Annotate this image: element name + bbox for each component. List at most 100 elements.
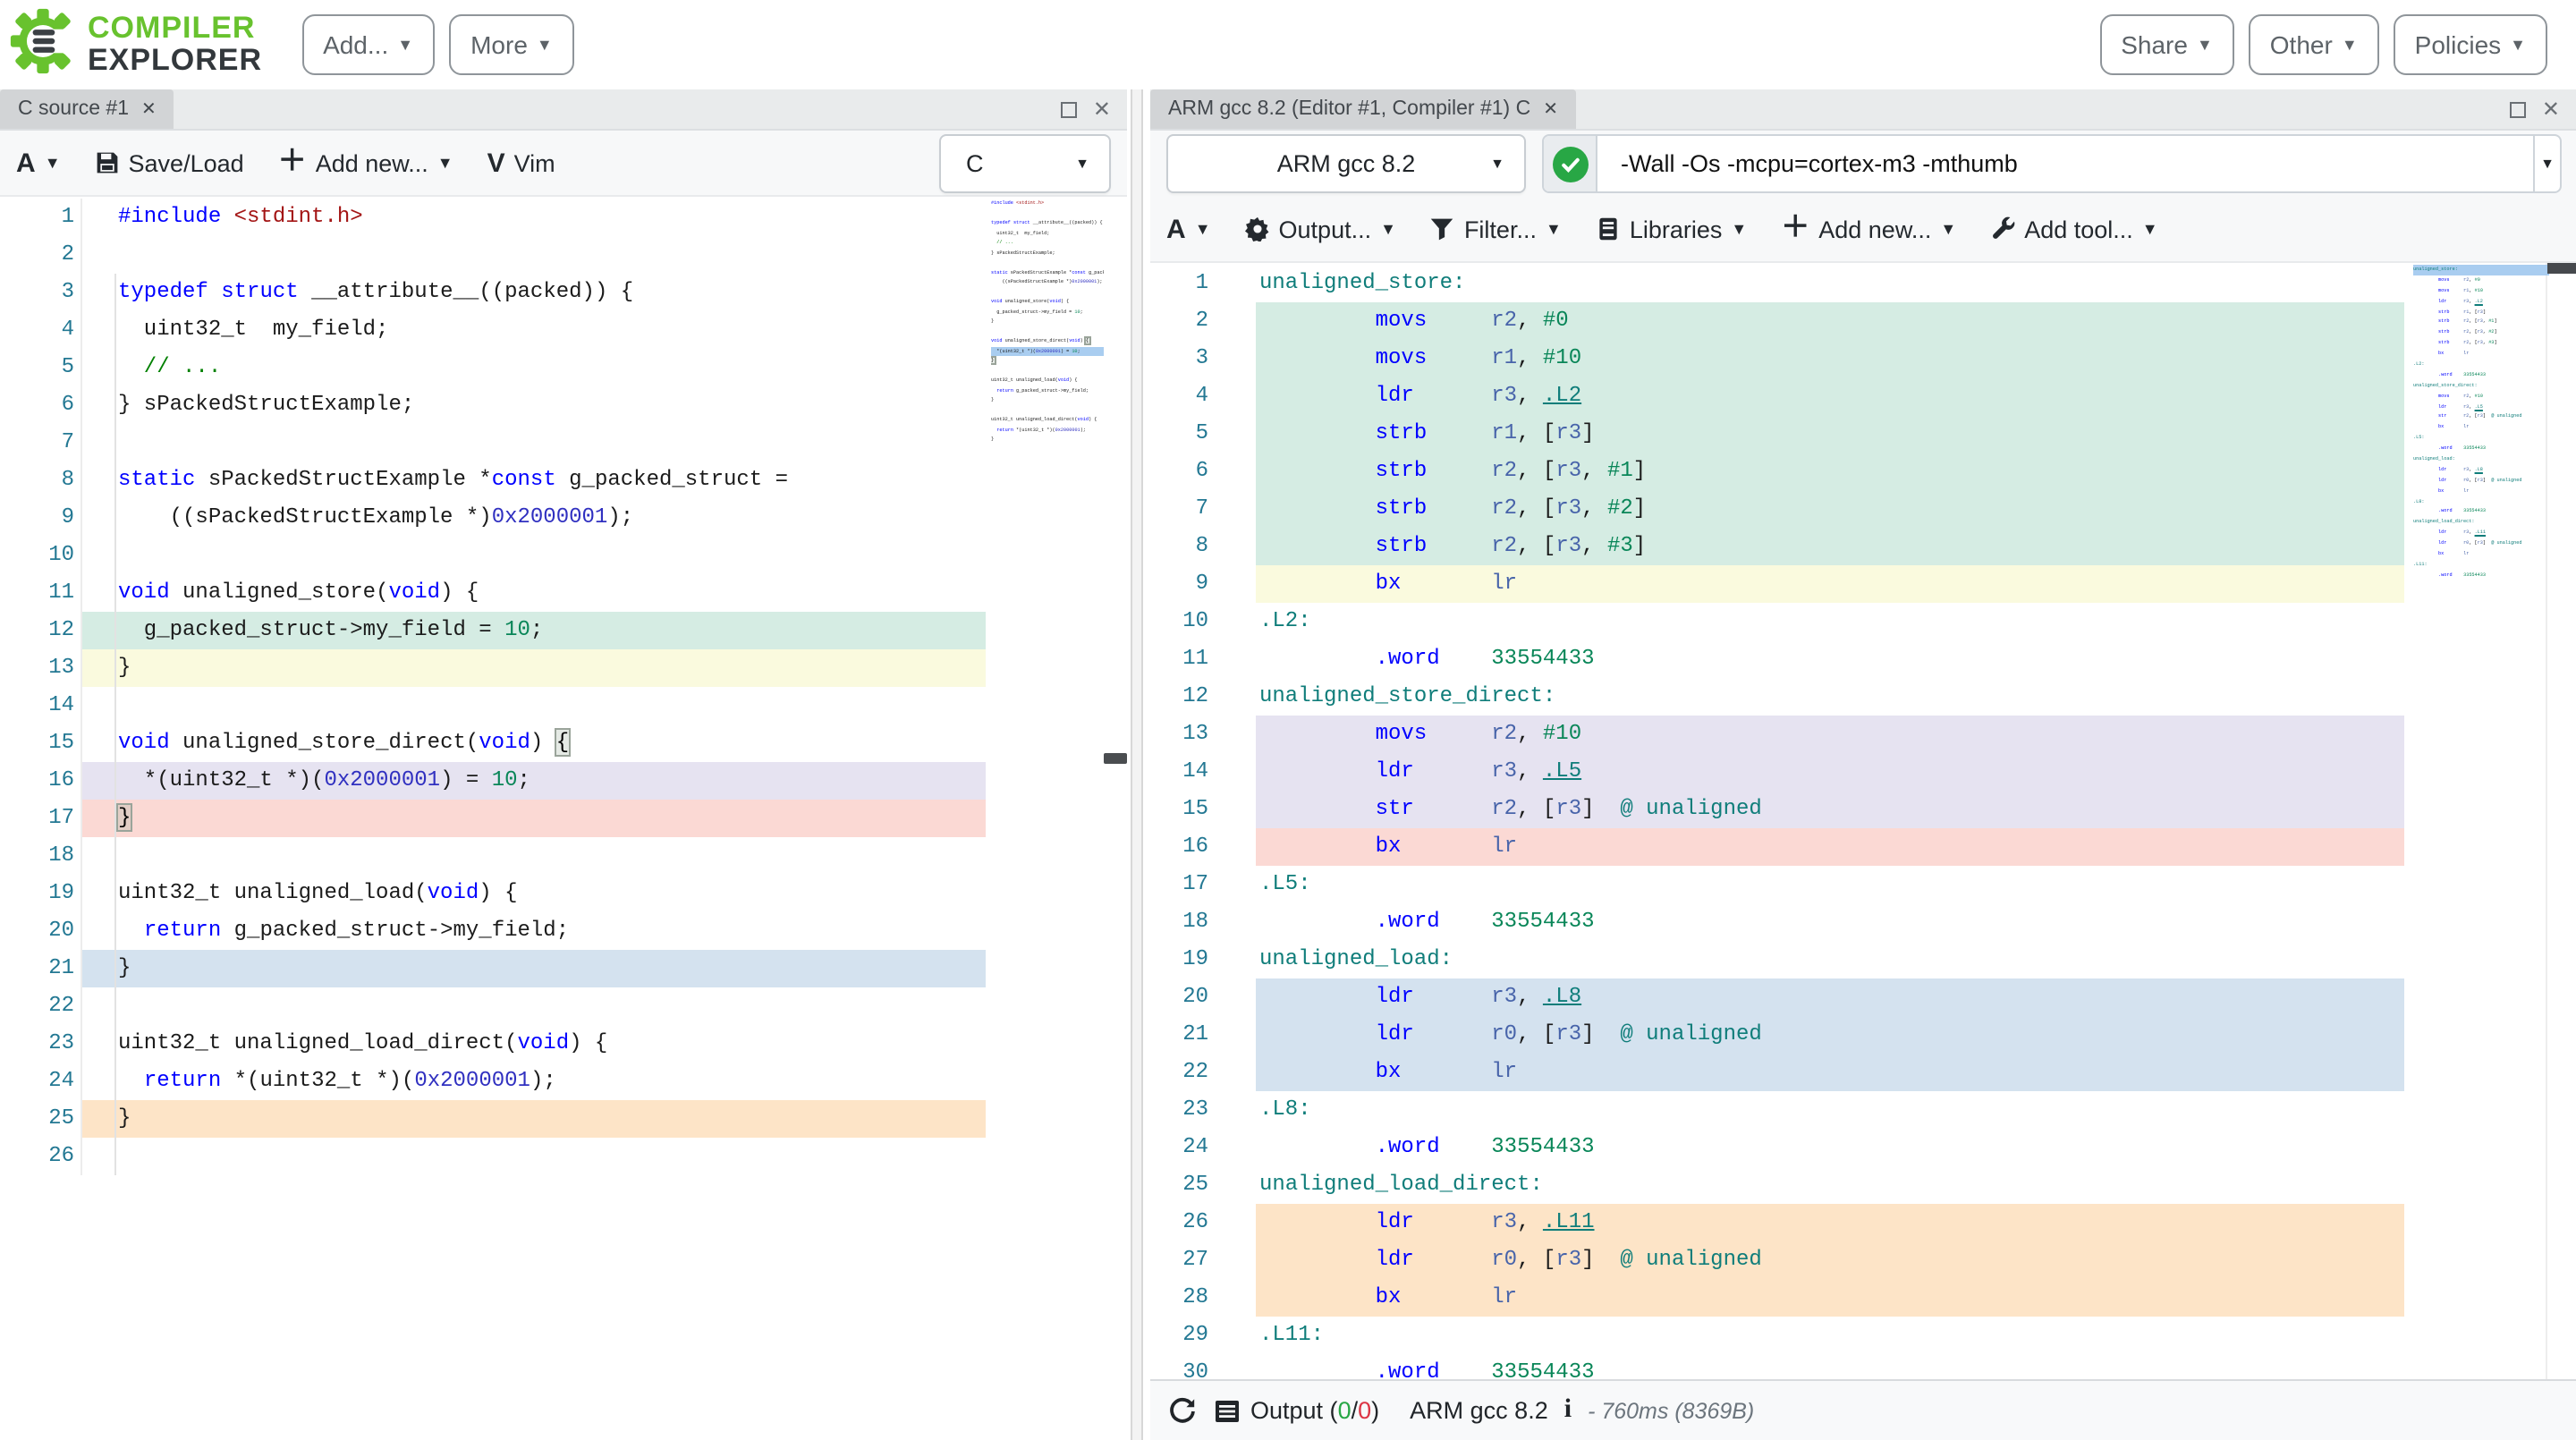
code-line[interactable]: 21 ldr r0, [r3] @ unaligned [1150,1016,2576,1054]
code-line[interactable]: 27 ldr r0, [r3] @ unaligned [1150,1241,2576,1279]
code-line[interactable]: 18 [0,837,1127,875]
save-load-button[interactable]: Save/Load [95,149,244,176]
code-line[interactable]: 20 ldr r3, .L8 [1150,978,2576,1016]
code-line[interactable]: 13 movs r2, #10 [1150,716,2576,753]
code-line[interactable]: 22 bx lr [1150,1054,2576,1091]
add-tool-button[interactable]: Add tool... ▼ [1990,216,2157,242]
code-line[interactable]: 8static sPackedStructExample *const g_pa… [0,462,1127,499]
recompile-icon[interactable] [1168,1396,1197,1425]
vim-toggle-button[interactable]: V Vim [487,148,555,178]
code-line[interactable]: 12 g_packed_struct->my_field = 10; [0,612,1127,649]
tab-arm-gcc[interactable]: ARM gcc 8.2 (Editor #1, Compiler #1) C ✕ [1150,89,1576,129]
code-line[interactable]: 4 uint32_t my_field; [0,311,1127,349]
code-line[interactable]: 10 [0,537,1127,574]
other-button[interactable]: Other▼ [2249,14,2379,75]
code-line[interactable]: 15void unaligned_store_direct(void) { [0,724,1127,762]
policies-button[interactable]: Policies▼ [2394,14,2547,75]
code-line[interactable]: 25unaligned_load_direct: [1150,1166,2576,1204]
maximize-pane-icon[interactable] [2510,101,2526,117]
font-size-button[interactable]: A ▼ [1166,214,1211,244]
pane-splitter[interactable] [1127,89,1150,1440]
more-button[interactable]: More▼ [449,14,574,75]
asm-minimap[interactable]: unaligned_store: movs r2, #0 movs r1, #1… [2413,265,2549,580]
code-line[interactable]: 3 movs r1, #10 [1150,340,2576,377]
code-line[interactable]: 6} sPackedStructExample; [0,386,1127,424]
tab-close-icon[interactable]: ✕ [141,99,157,119]
output-log-button[interactable]: Output (0/0) [1213,1396,1379,1425]
filter-button[interactable]: Filter... ▼ [1430,216,1562,242]
code-line[interactable]: 2 movs r2, #0 [1150,302,2576,340]
code-line[interactable]: 26 [0,1138,1127,1175]
code-line[interactable]: 10.L2: [1150,603,2576,640]
code-line[interactable]: 6 strb r2, [r3, #1] [1150,453,2576,490]
minimap-line: bx lr [2413,423,2549,434]
add-new-button[interactable]: ＋ Add new... ▼ [1781,215,1956,243]
options-dropdown-button[interactable]: ▼ [2533,136,2560,191]
font-size-button[interactable]: A ▼ [16,148,61,178]
code-line[interactable]: 14 [0,687,1127,724]
code-line[interactable]: 24 .word 33554433 [1150,1129,2576,1166]
code-line[interactable]: 24 return *(uint32_t *)(0x2000001); [0,1063,1127,1100]
code-line[interactable]: 1#include <stdint.h> [0,199,1127,236]
language-select[interactable]: C ▼ [939,133,1111,192]
info-icon[interactable]: i [1564,1395,1572,1426]
code-line[interactable]: 17.L5: [1150,866,2576,903]
close-pane-icon[interactable]: ✕ [2542,98,2560,120]
libraries-button[interactable]: Libraries ▼ [1596,216,1747,242]
add-new-button[interactable]: ＋ Add new... ▼ [278,148,453,177]
scrollbar-thumb[interactable] [2547,263,2576,274]
code-line[interactable]: 29.L11: [1150,1317,2576,1354]
code-line[interactable]: 23.L8: [1150,1091,2576,1129]
code-line[interactable]: 11 .word 33554433 [1150,640,2576,678]
line-number: 11 [0,574,74,612]
code-line[interactable]: 16 *(uint32_t *)(0x2000001) = 10; [0,762,1127,800]
code-line[interactable]: 1unaligned_store: [1150,265,2576,302]
code-line[interactable]: 13} [0,649,1127,687]
code-line[interactable]: 9 bx lr [1150,565,2576,603]
code-line[interactable]: 21} [0,950,1127,987]
maximize-pane-icon[interactable] [1061,101,1077,117]
code-line[interactable]: 28 bx lr [1150,1279,2576,1317]
plus-icon: ＋ [278,148,307,177]
code-line[interactable]: 19uint32_t unaligned_load(void) { [0,875,1127,912]
code-line[interactable]: 3typedef struct __attribute__((packed)) … [0,274,1127,311]
code-line[interactable]: 17} [0,800,1127,837]
close-pane-icon[interactable]: ✕ [1093,98,1111,120]
source-minimap[interactable]: #include <stdint.h>typedef struct __attr… [991,199,1104,454]
share-button[interactable]: Share▼ [2099,14,2234,75]
code-line[interactable]: 18 .word 33554433 [1150,903,2576,941]
source-code-editor[interactable]: 1#include <stdint.h>23typedef struct __a… [0,197,1127,1440]
line-number: 1 [1150,265,1208,302]
code-line[interactable]: 22 [0,987,1127,1025]
code-line[interactable]: 8 strb r2, [r3, #3] [1150,528,2576,565]
minimap-line: strb r2, [r3, #1] [2413,318,2549,328]
code-line[interactable]: 19unaligned_load: [1150,941,2576,978]
code-line[interactable]: 11void unaligned_store(void) { [0,574,1127,612]
code-line[interactable]: 5 // ... [0,349,1127,386]
asm-output-editor[interactable]: 1unaligned_store:2 movs r2, #03 movs r1,… [1150,263,2576,1379]
tab-close-icon[interactable]: ✕ [1543,99,1558,119]
output-button[interactable]: Output... ▼ [1245,216,1396,242]
compiler-options-input[interactable] [1597,136,2533,191]
code-line[interactable]: 7 [0,424,1127,462]
code-line[interactable]: 5 strb r1, [r3] [1150,415,2576,453]
code-line[interactable]: 4 ldr r3, .L2 [1150,377,2576,415]
code-line[interactable]: 23uint32_t unaligned_load_direct(void) { [0,1025,1127,1063]
compiler-explorer-logo[interactable]: COMPILER EXPLORER [9,6,262,83]
code-line[interactable]: 30 .word 33554433 [1150,1354,2576,1379]
code-line[interactable]: 14 ldr r3, .L5 [1150,753,2576,791]
compiler-select[interactable]: ARM gcc 8.2 ▼ [1166,134,1526,193]
code-line[interactable]: 20 return g_packed_struct->my_field; [0,912,1127,950]
code-line[interactable]: 15 str r2, [r3] @ unaligned [1150,791,2576,828]
minimap-line [991,326,1104,336]
tab-c-source[interactable]: C source #1 ✕ [0,89,174,129]
code-line[interactable]: 16 bx lr [1150,828,2576,866]
code-line[interactable]: 12unaligned_store_direct: [1150,678,2576,716]
code-line[interactable]: 9 ((sPackedStructExample *)0x2000001); [0,499,1127,537]
code-line[interactable]: 25} [0,1100,1127,1138]
code-line[interactable]: 26 ldr r3, .L11 [1150,1204,2576,1241]
code-line[interactable]: 7 strb r2, [r3, #2] [1150,490,2576,528]
add-pane-button[interactable]: Add...▼ [301,14,435,75]
minimap-line: .word 33554433 [2413,370,2549,381]
code-line[interactable]: 2 [0,236,1127,274]
